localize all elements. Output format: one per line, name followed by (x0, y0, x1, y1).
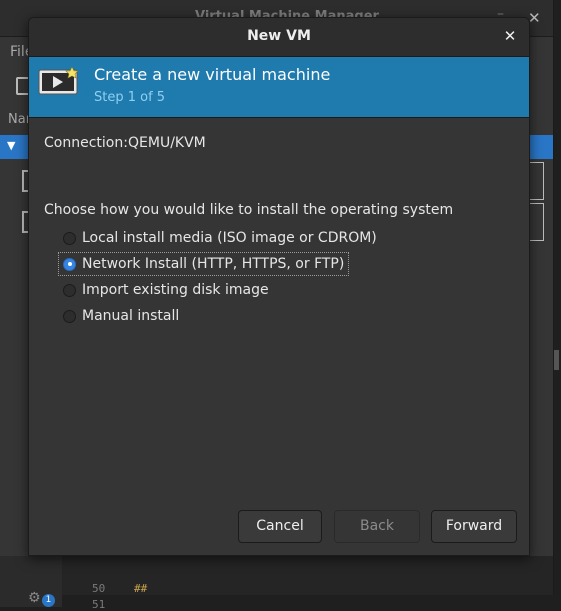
radio-network-install[interactable]: Network Install (HTTP, HTTPS, or FTP) (58, 252, 350, 276)
radio-label: Import existing disk image (82, 282, 269, 298)
notification-badge: 1 (42, 594, 55, 607)
line-number: 51 (92, 598, 106, 611)
connection-label: Connection: (44, 135, 128, 151)
radio-label: Manual install (82, 308, 180, 324)
dialog-title: New VM (247, 28, 311, 44)
radio-local-install-media[interactable]: Local install media (ISO image or CDROM) (63, 227, 377, 249)
back-button[interactable]: Back (334, 510, 420, 543)
settings-gear-icon[interactable]: ⚙ (28, 590, 41, 606)
connection-value: QEMU/KVM (128, 135, 206, 151)
cancel-button[interactable]: Cancel (238, 510, 322, 543)
forward-button[interactable]: Forward (431, 510, 517, 543)
wizard-header: Create a new virtual machine Step 1 of 5 (29, 57, 529, 118)
radio-label: Local install media (ISO image or CDROM) (82, 230, 377, 246)
new-vm-dialog: New VM ✕ Create a new virtual machine St… (28, 17, 530, 556)
dialog-titlebar: New VM ✕ (29, 18, 529, 57)
scrollbar[interactable] (554, 350, 559, 370)
install-method-prompt: Choose how you would like to install the… (44, 202, 454, 218)
radio-button[interactable] (63, 231, 76, 245)
background-editor (0, 556, 553, 595)
radio-import-disk-image[interactable]: Import existing disk image (63, 279, 269, 301)
radio-button[interactable] (63, 309, 76, 323)
radio-button[interactable] (63, 283, 76, 297)
wizard-title: Create a new virtual machine (94, 65, 331, 84)
new-vm-monitor-icon (38, 67, 78, 95)
radio-manual-install[interactable]: Manual install (63, 305, 179, 327)
radio-button-selected[interactable] (63, 257, 76, 271)
code-text: ## (134, 582, 148, 595)
line-number: 50 (92, 582, 106, 595)
wizard-step: Step 1 of 5 (94, 90, 166, 105)
close-icon[interactable]: ✕ (499, 25, 521, 47)
radio-label: Network Install (HTTP, HTTPS, or FTP) (82, 256, 345, 272)
expand-arrow-icon[interactable]: ▼ (7, 139, 15, 152)
